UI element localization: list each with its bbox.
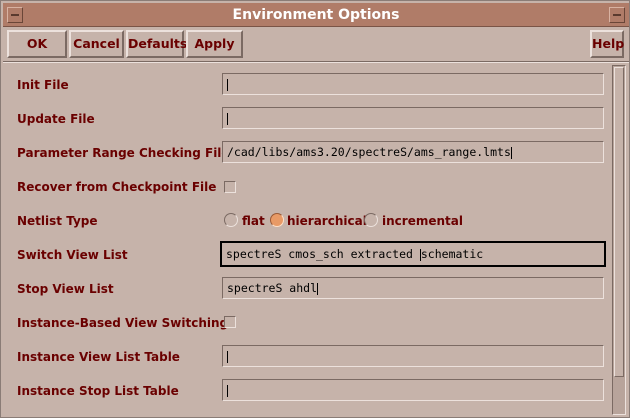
netlist-incremental-radio[interactable] (364, 213, 378, 227)
instance-switching-label: Instance-Based View Switching (17, 316, 229, 330)
param-range-value: /cad/libs/ams3.20/spectreS/ams_range.lmt… (227, 145, 511, 159)
defaults-button[interactable]: Defaults (126, 30, 187, 58)
switch-view-value-before: spectreS cmos_sch extracted (226, 247, 420, 261)
init-file-label: Init File (17, 78, 69, 92)
cancel-button[interactable]: Cancel (69, 30, 124, 58)
switch-view-list-field[interactable]: spectreS cmos_sch extracted schematic (220, 241, 606, 267)
text-cursor (317, 282, 319, 295)
stop-view-list-field[interactable]: spectreS ahdl (222, 277, 604, 299)
stop-view-list-label: Stop View List (17, 282, 114, 296)
text-cursor (227, 112, 228, 125)
instance-view-table-field[interactable] (222, 345, 604, 367)
toolbar-separator (3, 61, 629, 63)
scrollbar-thumb[interactable] (614, 67, 624, 377)
switch-view-list-label: Switch View List (17, 248, 128, 262)
instance-switching-checkbox[interactable] (224, 316, 236, 328)
help-button[interactable]: Help (590, 30, 624, 58)
window-title: Environment Options (232, 7, 400, 23)
netlist-hierarchical-radio[interactable] (270, 213, 284, 227)
vertical-scrollbar[interactable] (612, 65, 626, 415)
netlist-flat-label[interactable]: flat (242, 211, 265, 231)
recover-checkpoint-checkbox[interactable] (224, 181, 236, 193)
netlist-type-radio-group: flat hierarchical incremental (222, 211, 463, 231)
text-cursor (227, 384, 228, 397)
instance-view-table-label: Instance View List Table (17, 350, 180, 364)
ok-button[interactable]: OK (7, 30, 67, 58)
recover-checkpoint-label: Recover from Checkpoint File (17, 180, 217, 194)
netlist-flat-radio[interactable] (224, 213, 238, 227)
param-range-label: Parameter Range Checking File (17, 146, 230, 160)
netlist-type-label: Netlist Type (17, 214, 98, 228)
init-file-field[interactable] (222, 73, 604, 95)
apply-button[interactable]: Apply (186, 30, 243, 58)
netlist-incremental-label[interactable]: incremental (382, 211, 463, 231)
title-bar[interactable]: Environment Options (3, 3, 629, 27)
text-cursor (510, 146, 512, 159)
instance-stop-table-field[interactable] (222, 379, 604, 401)
netlist-hierarchical-label[interactable]: hierarchical (287, 211, 367, 231)
switch-view-value-after: schematic (420, 247, 484, 261)
param-range-field[interactable]: /cad/libs/ams3.20/spectreS/ams_range.lmt… (222, 141, 604, 163)
stop-view-value: spectreS ahdl (227, 281, 318, 295)
update-file-field[interactable] (222, 107, 604, 129)
text-cursor (227, 78, 228, 91)
update-file-label: Update File (17, 112, 95, 126)
environment-options-dialog: Environment Options OK Cancel Defaults A… (0, 0, 630, 418)
instance-stop-table-label: Instance Stop List Table (17, 384, 179, 398)
close-icon (613, 14, 621, 16)
window-close-button[interactable] (609, 7, 625, 23)
text-cursor (227, 350, 228, 363)
